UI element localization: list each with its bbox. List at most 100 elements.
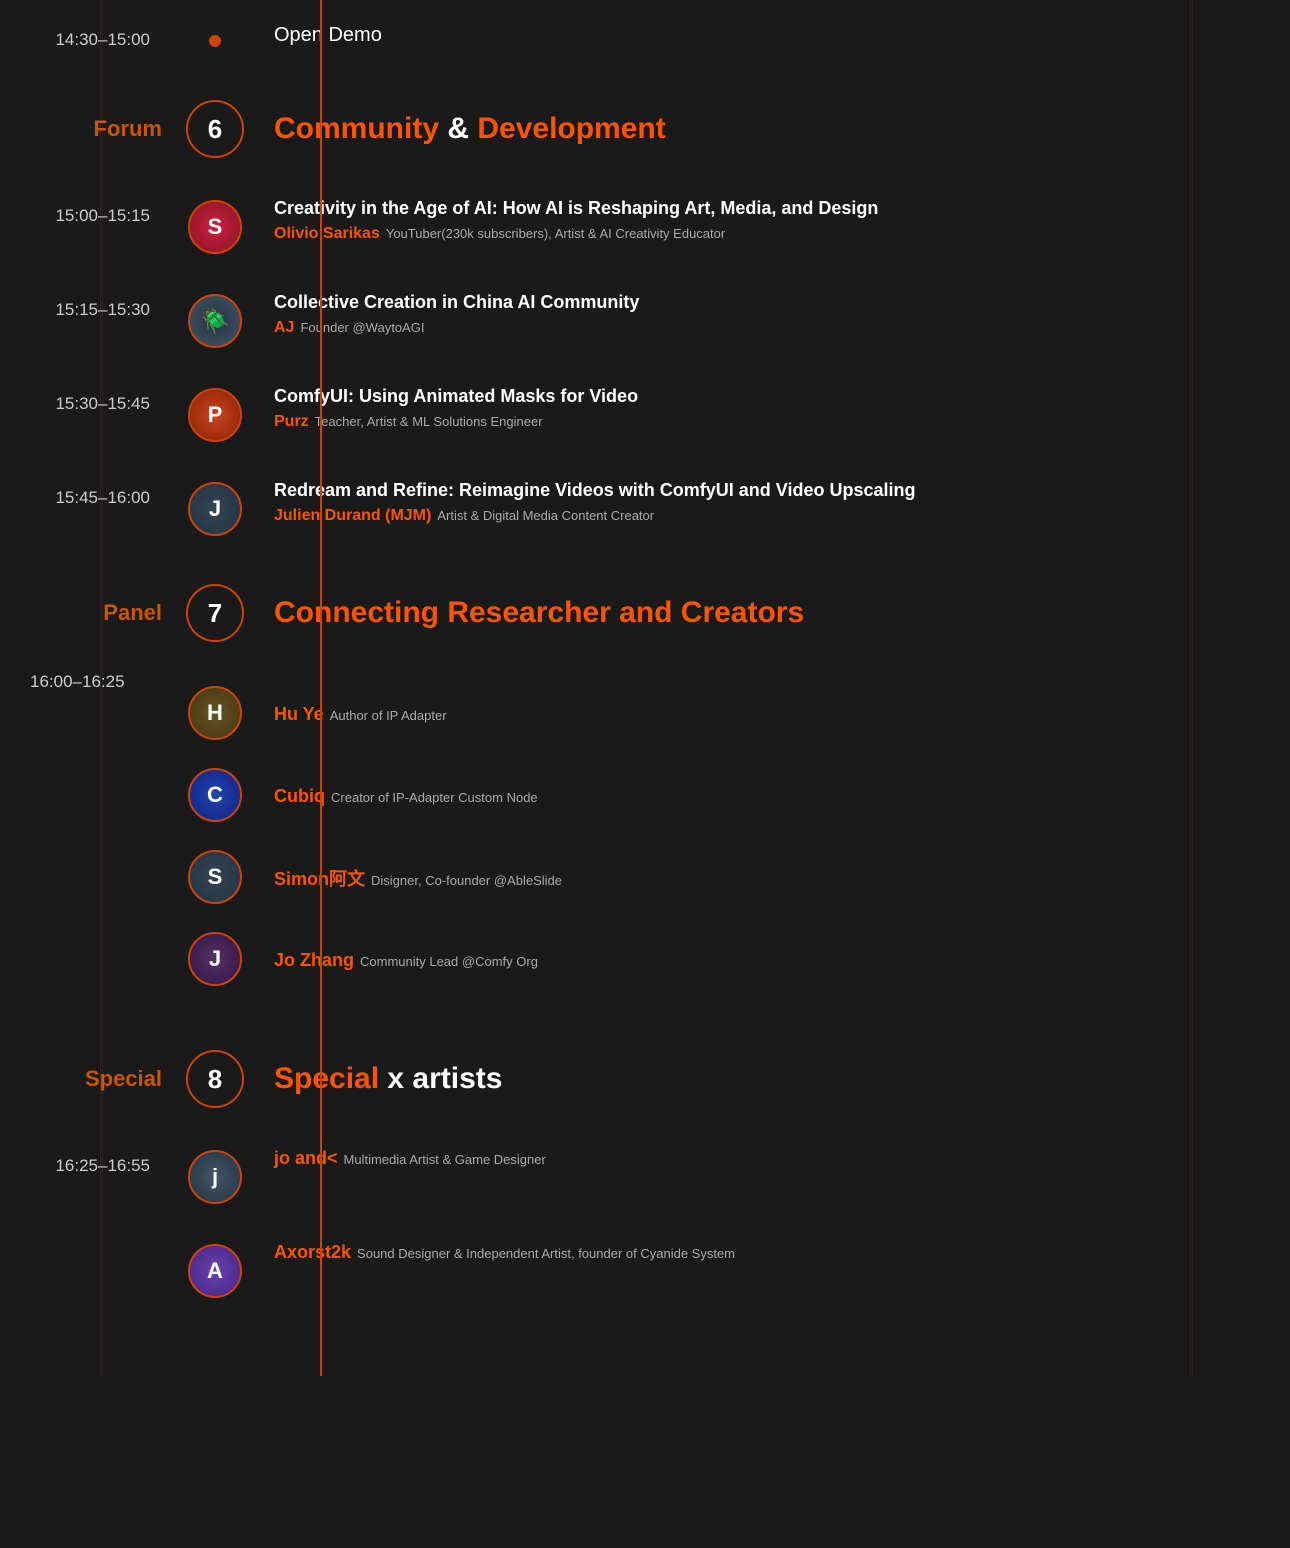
special-artist-2-role: Sound Designer & Independent Artist, fou… bbox=[357, 1246, 735, 1261]
forum-talk-1-content: Creativity in the Age of AI: How AI is R… bbox=[250, 196, 1290, 243]
panel-title: Connecting Researcher and Creators bbox=[274, 596, 1230, 630]
forum-talk-1: 15:00–15:15 S Creativity in the Age of A… bbox=[0, 178, 1290, 272]
panel-p2-content: Cubiq Creator of IP-Adapter Custom Node bbox=[250, 784, 538, 807]
panel-title-text: Connecting Researcher and Creators bbox=[274, 596, 804, 629]
forum-number-circle: 6 bbox=[186, 100, 244, 158]
open-demo-dot-col bbox=[180, 23, 250, 47]
forum-talk-4: 15:45–16:00 J Redream and Refine: Reimag… bbox=[0, 460, 1290, 554]
forum-talk-3-speaker: Purz bbox=[274, 413, 309, 431]
panel-p2-name: Cubiq bbox=[274, 786, 325, 807]
special-artist-1: 16:25–16:55 j jo and< Multimedia Artist … bbox=[0, 1128, 1290, 1222]
forum-talk-2: 15:15–15:30 🪲 Collective Creation in Chi… bbox=[0, 272, 1290, 366]
panel-p2-role: Creator of IP-Adapter Custom Node bbox=[331, 790, 538, 805]
panel-time: 16:00–16:25 bbox=[0, 672, 180, 692]
forum-talk-3-avatar: P bbox=[188, 388, 242, 442]
panel-p1-avatar: H bbox=[188, 686, 242, 740]
panel-p1-avatar-letter: H bbox=[207, 700, 223, 726]
panel-number: 7 bbox=[208, 598, 222, 629]
schedule-container: 14:30–15:00 Open Demo Forum 6 Community … bbox=[0, 0, 1290, 1376]
forum-talk-3-avatar-letter: P bbox=[208, 402, 223, 428]
forum-talk-1-avatar: S bbox=[188, 200, 242, 254]
forum-talk-3: 15:30–15:45 P ComfyUI: Using Animated Ma… bbox=[0, 366, 1290, 460]
special-artist-1-avatar-col: j bbox=[180, 1146, 250, 1204]
special-title-col: Special x artists bbox=[250, 1062, 1290, 1096]
forum-talk-4-time: 15:45–16:00 bbox=[0, 478, 180, 508]
special-artist-2-speaker-line: Axorst2k Sound Designer & Independent Ar… bbox=[274, 1242, 1230, 1263]
open-demo-dot bbox=[209, 35, 221, 47]
panel-p2-speaker-line: Cubiq Creator of IP-Adapter Custom Node bbox=[274, 786, 538, 807]
forum-talk-2-title: Collective Creation in China AI Communit… bbox=[274, 290, 1230, 315]
panel-p4-role: Community Lead @Comfy Org bbox=[360, 954, 538, 969]
panel-p4-avatar-col: J bbox=[180, 932, 250, 986]
forum-title-part1: Community bbox=[274, 112, 439, 145]
forum-talk-2-avatar-col: 🪲 bbox=[180, 290, 250, 348]
panel-participant-3: S Simon阿文 Disigner, Co-founder @AbleSlid… bbox=[250, 836, 1290, 918]
special-artist-2-avatar-letter: A bbox=[207, 1258, 223, 1284]
forum-talk-3-title: ComfyUI: Using Animated Masks for Video bbox=[274, 384, 1230, 409]
panel-label: Panel bbox=[0, 600, 180, 626]
forum-talk-4-speaker-line: Julien Durand (MJM) Artist & Digital Med… bbox=[274, 507, 1230, 525]
special-title-part1: Special bbox=[274, 1062, 379, 1095]
panel-group: 16:00–16:25 H Hu Ye Author of IP Adapter bbox=[0, 662, 1290, 1020]
open-demo-row: 14:30–15:00 Open Demo bbox=[0, 0, 1290, 70]
forum-talk-1-title: Creativity in the Age of AI: How AI is R… bbox=[274, 196, 1230, 221]
open-demo-title: Open Demo bbox=[274, 24, 382, 46]
forum-talk-3-avatar-col: P bbox=[180, 384, 250, 442]
special-artist-1-name: jo and< bbox=[274, 1148, 338, 1169]
special-artist-1-role: Multimedia Artist & Game Designer bbox=[344, 1152, 546, 1167]
panel-number-col: 7 bbox=[180, 584, 250, 642]
forum-talk-3-speaker-line: Purz Teacher, Artist & ML Solutions Engi… bbox=[274, 413, 1230, 431]
panel-number-circle: 7 bbox=[186, 584, 244, 642]
special-artist-1-avatar-letter: j bbox=[212, 1164, 218, 1190]
special-artist-2: A Axorst2k Sound Designer & Independent … bbox=[0, 1222, 1290, 1316]
special-artist-1-avatar: j bbox=[188, 1150, 242, 1204]
special-artist-2-name: Axorst2k bbox=[274, 1242, 351, 1263]
forum-talk-3-role: Teacher, Artist & ML Solutions Engineer bbox=[315, 414, 543, 429]
panel-participant-1: H Hu Ye Author of IP Adapter bbox=[250, 672, 1290, 754]
forum-talk-4-content: Redream and Refine: Reimagine Videos wit… bbox=[250, 478, 1290, 525]
panel-participant-4: J Jo Zhang Community Lead @Comfy Org bbox=[250, 918, 1290, 1000]
forum-talk-1-speaker-line: Olivio Sarikas YouTuber(230k subscribers… bbox=[274, 225, 1230, 243]
special-number-circle: 8 bbox=[186, 1050, 244, 1108]
forum-number-col: 6 bbox=[180, 100, 250, 158]
forum-talk-2-avatar: 🪲 bbox=[188, 294, 242, 348]
panel-p1-avatar-col: H bbox=[180, 686, 250, 740]
special-title-connector: x bbox=[379, 1062, 412, 1095]
forum-talk-3-content: ComfyUI: Using Animated Masks for Video … bbox=[250, 384, 1290, 431]
forum-talk-4-title: Redream and Refine: Reimagine Videos wit… bbox=[274, 478, 1230, 503]
panel-p3-speaker-line: Simon阿文 Disigner, Co-founder @AbleSlide bbox=[274, 865, 562, 891]
panel-p1-role: Author of IP Adapter bbox=[330, 708, 447, 723]
timeline-line bbox=[320, 0, 322, 1376]
panel-p2-avatar: C bbox=[188, 768, 242, 822]
forum-talk-1-avatar-letter: S bbox=[208, 214, 223, 240]
panel-p4-content: Jo Zhang Community Lead @Comfy Org bbox=[250, 948, 538, 971]
special-artist-2-content: Axorst2k Sound Designer & Independent Ar… bbox=[250, 1240, 1290, 1263]
panel-p1-content: Hu Ye Author of IP Adapter bbox=[250, 702, 447, 725]
special-artist-1-time: 16:25–16:55 bbox=[0, 1146, 180, 1176]
special-artist-2-avatar-col: A bbox=[180, 1240, 250, 1298]
special-title: Special x artists bbox=[274, 1062, 1230, 1096]
forum-talk-4-avatar-col: J bbox=[180, 478, 250, 536]
panel-header-row: Panel 7 Connecting Researcher and Creato… bbox=[0, 554, 1290, 662]
panel-p4-avatar-letter: J bbox=[209, 946, 221, 972]
special-label: Special bbox=[0, 1066, 180, 1092]
special-artist-2-time bbox=[0, 1240, 180, 1250]
panel-participants-col: H Hu Ye Author of IP Adapter C bbox=[250, 672, 1290, 1000]
forum-number: 6 bbox=[208, 114, 222, 145]
special-artist-1-content: jo and< Multimedia Artist & Game Designe… bbox=[250, 1146, 1290, 1169]
forum-talk-2-content: Collective Creation in China AI Communit… bbox=[250, 290, 1290, 337]
panel-p3-content: Simon阿文 Disigner, Co-founder @AbleSlide bbox=[250, 863, 562, 891]
forum-talk-2-speaker-line: AJ Founder @WaytoAGI bbox=[274, 319, 1230, 337]
panel-p2-avatar-letter: C bbox=[207, 782, 223, 808]
forum-talk-2-avatar-letter: 🪲 bbox=[200, 307, 230, 336]
special-header-row: Special 8 Special x artists bbox=[0, 1020, 1290, 1128]
panel-p1-speaker-line: Hu Ye Author of IP Adapter bbox=[274, 704, 447, 725]
panel-p4-name: Jo Zhang bbox=[274, 950, 354, 971]
forum-title: Community & Development bbox=[274, 112, 1230, 146]
panel-p4-speaker-line: Jo Zhang Community Lead @Comfy Org bbox=[274, 950, 538, 971]
forum-talk-4-role: Artist & Digital Media Content Creator bbox=[437, 508, 654, 523]
panel-participant-2: C Cubiq Creator of IP-Adapter Custom Nod… bbox=[250, 754, 1290, 836]
panel-p3-avatar: S bbox=[188, 850, 242, 904]
forum-label: Forum bbox=[0, 116, 180, 142]
special-title-part2: artists bbox=[412, 1062, 502, 1095]
